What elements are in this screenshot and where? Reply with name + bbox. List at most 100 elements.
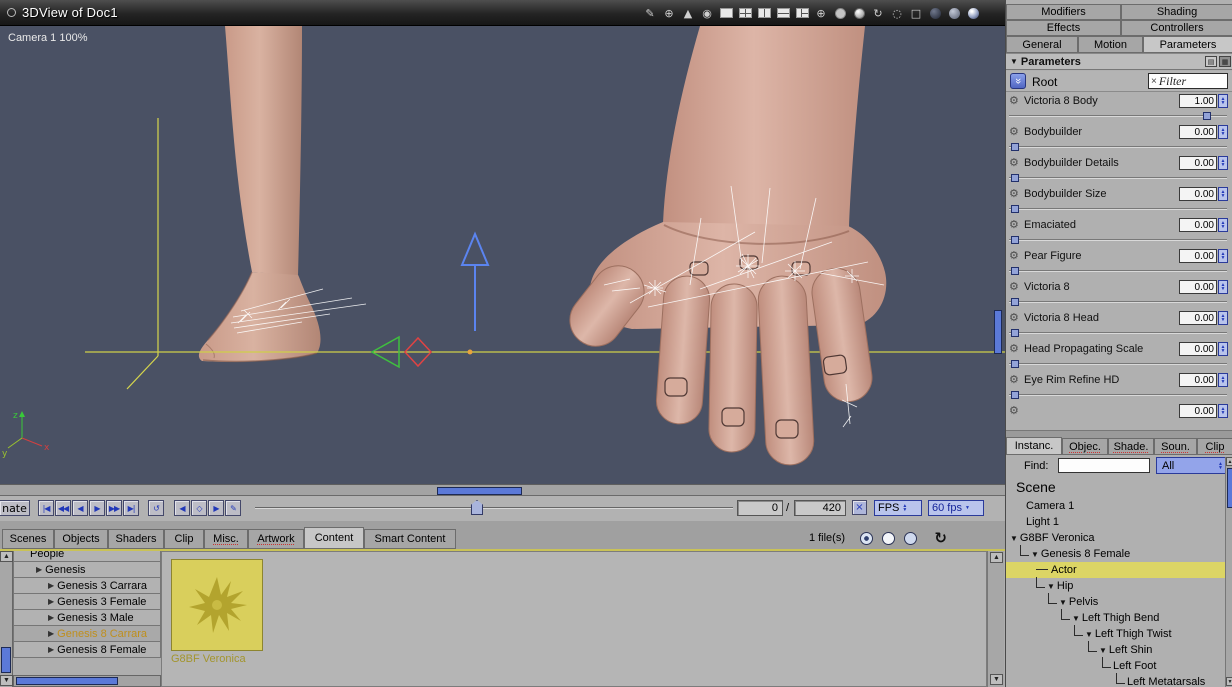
- rotate-view-icon[interactable]: ↻: [870, 6, 886, 21]
- collapse-icon[interactable]: ▼: [1072, 614, 1080, 623]
- gear-icon[interactable]: ⚙: [1009, 373, 1022, 386]
- tree-item-genesis3-carrara[interactable]: ▶ Genesis 3 Carrara: [13, 577, 161, 594]
- parameter-slider[interactable]: [1009, 329, 1227, 338]
- gear-icon[interactable]: ⚙: [1009, 94, 1022, 107]
- tab-shading[interactable]: Shading: [1121, 4, 1232, 20]
- fps-stepper-icon[interactable]: ▲ ▼: [902, 504, 907, 513]
- tab-scenes[interactable]: Scenes: [2, 529, 54, 549]
- gear-icon[interactable]: ⚙: [1009, 311, 1022, 324]
- jump-end-button[interactable]: ▶|: [123, 500, 139, 516]
- collapse-icon[interactable]: ▼: [1099, 646, 1107, 655]
- total-frames-field[interactable]: 420: [794, 500, 846, 516]
- fps-value-arrow-icon[interactable]: ▼: [965, 506, 970, 511]
- parameter-value-field[interactable]: 0.00: [1179, 342, 1217, 356]
- next-keyframe-button[interactable]: ▶: [208, 500, 224, 516]
- tab-misc[interactable]: Misc.: [204, 529, 248, 549]
- gear-icon[interactable]: ⚙: [1009, 404, 1022, 417]
- find-scope-dropdown[interactable]: All ▲ ▼: [1156, 457, 1226, 474]
- fast-rewind-button[interactable]: ◀◀: [55, 500, 71, 516]
- expand-icon[interactable]: ▶: [48, 613, 54, 622]
- scene-item-hip[interactable]: ▼ Hip: [1006, 576, 1225, 594]
- animate-mode-button[interactable]: nate: [0, 500, 30, 516]
- refresh-browser-icon[interactable]: ↻: [934, 529, 947, 547]
- preview-quality-high-icon[interactable]: [860, 532, 873, 545]
- step-back-button[interactable]: ◀: [72, 500, 88, 516]
- scene-item-pelvis[interactable]: ▼ Pelvis: [1006, 592, 1225, 610]
- layout-horizontal-split-icon[interactable]: [775, 6, 791, 21]
- gear-icon[interactable]: ⚙: [1009, 280, 1022, 293]
- scene-item-left-thigh-bend[interactable]: ▼ Left Thigh Bend: [1006, 608, 1225, 626]
- layout-single-icon[interactable]: [718, 6, 734, 21]
- bounding-box-icon[interactable]: □: [908, 6, 924, 21]
- scroll-up-icon[interactable]: ▲: [0, 551, 13, 562]
- parameter-value-field[interactable]: 0.00: [1179, 404, 1217, 418]
- preview-gray-sphere-icon[interactable]: [946, 6, 962, 21]
- parameter-value-field[interactable]: 0.00: [1179, 125, 1217, 139]
- wire-globe-icon[interactable]: ◉: [699, 6, 715, 21]
- value-stepper-icon[interactable]: ▲ ▼: [1218, 342, 1228, 356]
- parameter-slider[interactable]: [1009, 360, 1227, 369]
- value-stepper-icon[interactable]: ▲ ▼: [1218, 311, 1228, 325]
- dotted-circle-icon[interactable]: ◌: [889, 6, 905, 21]
- parameter-slider[interactable]: [1009, 143, 1227, 152]
- scroll-up-icon[interactable]: ▲: [990, 552, 1003, 563]
- display-shaded-icon[interactable]: [851, 6, 867, 21]
- tree-item-genesis[interactable]: ▶ Genesis: [13, 561, 161, 578]
- parameter-slider[interactable]: [1009, 267, 1227, 276]
- viewport-horizontal-scrollbar[interactable]: [0, 484, 1005, 496]
- target-tool-icon[interactable]: ⊕: [661, 6, 677, 21]
- expand-icon[interactable]: ▶: [48, 597, 54, 606]
- tab-content[interactable]: Content: [304, 527, 364, 549]
- tree-item-genesis3-male[interactable]: ▶ Genesis 3 Male: [13, 609, 161, 626]
- parameter-value-field[interactable]: 0.00: [1179, 187, 1217, 201]
- value-stepper-icon[interactable]: ▲ ▼: [1218, 373, 1228, 387]
- value-stepper-icon[interactable]: ▲ ▼: [1218, 249, 1228, 263]
- scroll-down-icon[interactable]: ▼: [990, 674, 1003, 685]
- value-stepper-icon[interactable]: ▲ ▼: [1218, 94, 1228, 108]
- parameter-slider[interactable]: [1009, 205, 1227, 214]
- display-wireframe-icon[interactable]: ⊕: [813, 6, 829, 21]
- gear-icon[interactable]: ⚙: [1009, 218, 1022, 231]
- tree-item-genesis3-female[interactable]: ▶ Genesis 3 Female: [13, 593, 161, 610]
- window-menu-icon[interactable]: [7, 8, 16, 17]
- value-stepper-icon[interactable]: ▲ ▼: [1218, 218, 1228, 232]
- tab-effects[interactable]: Effects: [1006, 20, 1121, 36]
- viewport-3d[interactable]: Camera 1 100% z x y: [0, 26, 1005, 484]
- panel-options-icon[interactable]: ▦: [1219, 56, 1231, 67]
- tab-objects-panel[interactable]: Objec.: [1062, 438, 1108, 455]
- fps-value-dropdown[interactable]: 60 fps ▼: [928, 500, 984, 516]
- tree-vertical-scrollbar[interactable]: ▲ ▼: [0, 551, 13, 687]
- scene-item-camera1[interactable]: Camera 1: [1006, 498, 1225, 514]
- parameter-value-field[interactable]: 0.00: [1179, 218, 1217, 232]
- scene-vertical-scrollbar[interactable]: ▲ ▼: [1225, 457, 1232, 687]
- scene-item-light1[interactable]: Light 1: [1006, 514, 1225, 530]
- value-stepper-icon[interactable]: ▲ ▼: [1218, 404, 1228, 418]
- gear-icon[interactable]: ⚙: [1009, 156, 1022, 169]
- content-thumbnail-area[interactable]: G8BF Veronica: [161, 551, 987, 687]
- prev-keyframe-button[interactable]: ◀: [174, 500, 190, 516]
- scope-stepper-icon[interactable]: ▲ ▼: [1218, 461, 1223, 470]
- content-item-thumbnail[interactable]: [171, 559, 263, 651]
- gear-icon[interactable]: ⚙: [1009, 249, 1022, 262]
- tab-clips-panel[interactable]: Clip: [1197, 438, 1232, 455]
- expand-icon[interactable]: ▶: [48, 645, 54, 654]
- tab-motion[interactable]: Motion: [1078, 36, 1143, 53]
- layout-vertical-split-icon[interactable]: [756, 6, 772, 21]
- root-node-icon[interactable]: »: [1010, 73, 1026, 89]
- scene-vscroll-thumb[interactable]: [1227, 468, 1232, 508]
- tab-objects[interactable]: Objects: [54, 529, 108, 549]
- preview-textured-sphere-icon[interactable]: [965, 6, 981, 21]
- content-vertical-scrollbar[interactable]: ▲ ▼: [987, 551, 1004, 687]
- scroll-down-icon[interactable]: ▼: [0, 675, 13, 686]
- play-button[interactable]: ▶: [89, 500, 105, 516]
- terrain-preview-icon[interactable]: ▲: [680, 6, 696, 21]
- tab-shaders[interactable]: Shaders: [108, 529, 164, 549]
- collapse-icon[interactable]: ▼: [1031, 550, 1039, 559]
- tab-clip[interactable]: Clip: [164, 529, 204, 549]
- layout-three-pane-icon[interactable]: [794, 6, 810, 21]
- expand-icon[interactable]: ▶: [48, 581, 54, 590]
- tree-hscroll-thumb[interactable]: [16, 677, 118, 685]
- collapse-icon[interactable]: ▼: [1010, 57, 1018, 66]
- parameter-slider[interactable]: [1009, 174, 1227, 183]
- scroll-down-icon[interactable]: ▼: [1226, 677, 1232, 686]
